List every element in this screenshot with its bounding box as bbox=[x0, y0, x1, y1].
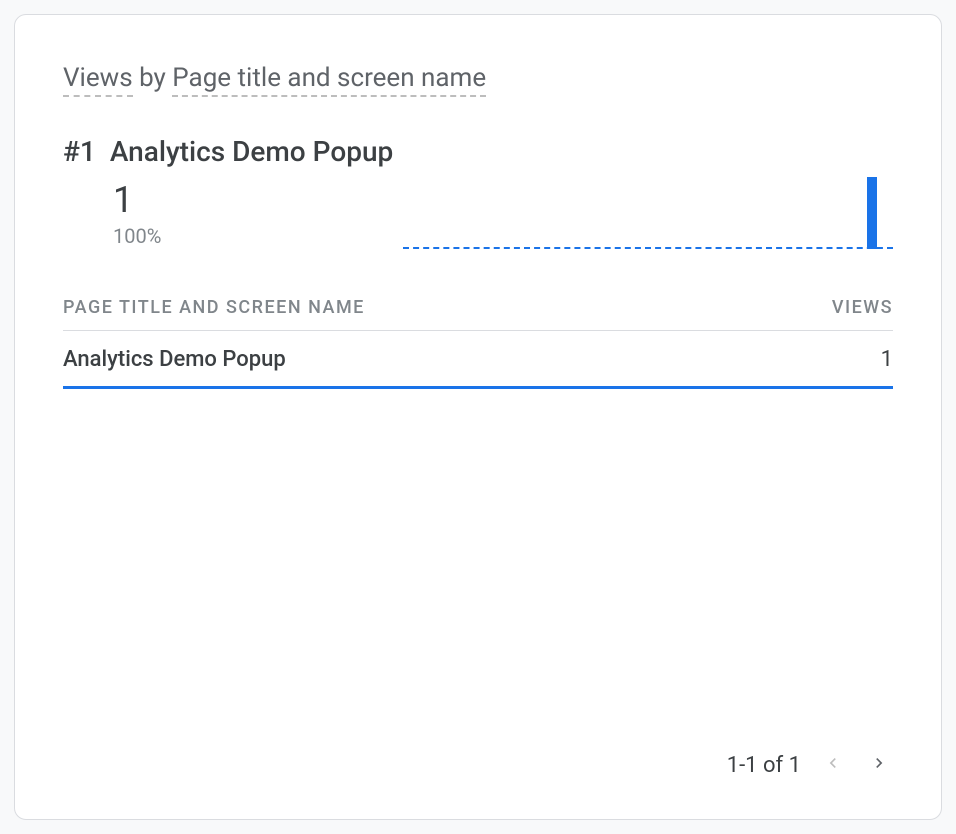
title-by: by bbox=[133, 63, 173, 93]
th-name[interactable]: PAGE TITLE AND SCREEN NAME bbox=[63, 297, 365, 318]
analytics-card: Views by Page title and screen name #1 A… bbox=[14, 14, 942, 820]
feature-summary: #1 Analytics Demo Popup 1 100% bbox=[63, 135, 893, 249]
title-dimension[interactable]: Page title and screen name bbox=[172, 63, 486, 97]
table-header: PAGE TITLE AND SCREEN NAME VIEWS bbox=[63, 285, 893, 331]
td-name: Analytics Demo Popup bbox=[63, 347, 286, 372]
feature-stats: 1 100% bbox=[63, 182, 403, 248]
td-value: 1 bbox=[881, 347, 893, 372]
sparkline-bar bbox=[867, 177, 877, 249]
feature-value: 1 bbox=[113, 182, 403, 218]
chevron-left-icon bbox=[823, 753, 843, 777]
chevron-right-icon bbox=[869, 753, 889, 777]
sparkline-chart bbox=[403, 169, 893, 249]
feature-label: #1 Analytics Demo Popup bbox=[63, 135, 403, 168]
feature-rank: #1 bbox=[63, 135, 96, 168]
sparkline-baseline bbox=[403, 247, 893, 249]
title-metric[interactable]: Views bbox=[63, 63, 133, 97]
card-title: Views by Page title and screen name bbox=[63, 63, 893, 93]
feature-left: #1 Analytics Demo Popup 1 100% bbox=[63, 135, 403, 248]
feature-pct: 100% bbox=[113, 224, 403, 248]
table-row[interactable]: Analytics Demo Popup 1 bbox=[63, 331, 893, 389]
pagination: 1-1 of 1 bbox=[727, 751, 893, 779]
feature-name: Analytics Demo Popup bbox=[110, 135, 393, 168]
prev-page-button[interactable] bbox=[819, 751, 847, 779]
page-info: 1-1 of 1 bbox=[727, 753, 801, 778]
th-value[interactable]: VIEWS bbox=[832, 297, 893, 318]
next-page-button[interactable] bbox=[865, 751, 893, 779]
